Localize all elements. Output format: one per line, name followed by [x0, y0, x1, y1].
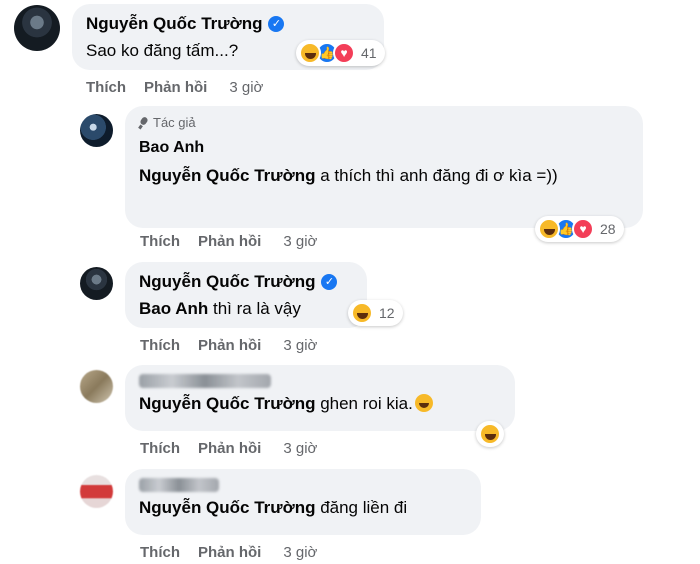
avatar[interactable]: [80, 370, 113, 403]
like-button[interactable]: Thích: [140, 233, 180, 250]
reaction-count: 12: [379, 305, 395, 321]
author-name[interactable]: Nguyễn Quốc Trường: [139, 271, 315, 293]
comment-body: ghen roi kia.: [315, 394, 413, 413]
love-reaction-icon: ♥: [333, 42, 355, 64]
verified-badge-icon: ✓: [321, 274, 338, 290]
author-tag: Tác giả: [139, 115, 627, 131]
like-button[interactable]: Thích: [86, 79, 126, 96]
reaction-summary[interactable]: 👍 ♥ 28: [535, 216, 624, 242]
comment-body: đăng liền đi: [315, 498, 408, 517]
mention-link[interactable]: Nguyễn Quốc Trường: [139, 166, 315, 185]
comment-body: thì ra là vậy: [208, 299, 301, 318]
mention-link[interactable]: Nguyễn Quốc Trường: [139, 498, 315, 517]
reply-button[interactable]: Phản hồi: [144, 79, 207, 96]
reply-bubble: Tác giả Bao Anh Nguyễn Quốc Trường a thí…: [125, 106, 643, 228]
reply-button[interactable]: Phản hồi: [198, 544, 261, 561]
avatar[interactable]: [14, 5, 60, 51]
author-tag-label: Tác giả: [153, 115, 196, 130]
comment-text: Nguyễn Quốc Trường ghen roi kia.: [139, 391, 499, 417]
reply-bubble: Nguyễn Quốc Trường ghen roi kia.: [125, 365, 515, 431]
comment-actions: Thích Phản hồi 3 giờ: [140, 440, 317, 457]
redacted-author-name[interactable]: [139, 478, 219, 492]
timestamp[interactable]: 3 giờ: [229, 79, 263, 96]
avatar[interactable]: [80, 267, 113, 300]
reply-bubble: Nguyễn Quốc Trường đăng liền đi: [125, 469, 481, 535]
reply-bubble: Nguyễn Quốc Trường ✓ Bao Anh thì ra là v…: [125, 262, 367, 328]
comment-actions: Thích Phản hồi 3 giờ: [86, 79, 263, 96]
reply-button[interactable]: Phản hồi: [198, 233, 261, 250]
reaction-summary[interactable]: 👍 ♥ 41: [296, 40, 385, 66]
avatar[interactable]: [80, 114, 113, 147]
redacted-author-name[interactable]: [139, 374, 271, 388]
reaction-count: 41: [361, 45, 377, 61]
reaction-summary[interactable]: [476, 421, 504, 447]
comment-text: Bao Anh thì ra là vậy: [139, 296, 351, 322]
haha-reaction-icon: [538, 218, 560, 240]
love-reaction-icon: ♥: [572, 218, 594, 240]
reaction-summary[interactable]: 12: [348, 300, 403, 326]
like-button[interactable]: Thích: [140, 337, 180, 354]
verified-badge-icon: ✓: [268, 16, 285, 32]
like-button[interactable]: Thích: [140, 544, 180, 561]
timestamp[interactable]: 3 giờ: [283, 544, 317, 561]
timestamp[interactable]: 3 giờ: [283, 337, 317, 354]
like-button[interactable]: Thích: [140, 440, 180, 457]
author-name[interactable]: Nguyễn Quốc Trường: [86, 13, 262, 35]
mention-link[interactable]: Bao Anh: [139, 299, 208, 318]
reaction-count: 28: [600, 221, 616, 237]
timestamp[interactable]: 3 giờ: [283, 440, 317, 457]
comment-thread: Nguyễn Quốc Trường ✓ Sao ko đăng tấm...?…: [0, 0, 700, 564]
comment-actions: Thích Phản hồi 3 giờ: [140, 233, 317, 250]
reply-button[interactable]: Phản hồi: [198, 337, 261, 354]
haha-reaction-icon: [299, 42, 321, 64]
author-name[interactable]: Bao Anh: [139, 137, 204, 159]
comment-text: Nguyễn Quốc Trường a thích thì anh đăng …: [139, 163, 627, 189]
microphone-icon: [139, 117, 149, 129]
comment-actions: Thích Phản hồi 3 giờ: [140, 544, 317, 561]
haha-reaction-icon: [479, 423, 501, 445]
comment-body: a thích thì anh đăng đi ơ kìa =)): [315, 166, 558, 185]
comment-actions: Thích Phản hồi 3 giờ: [140, 337, 317, 354]
haha-reaction-icon: [351, 302, 373, 324]
reply-button[interactable]: Phản hồi: [198, 440, 261, 457]
comment-text: Nguyễn Quốc Trường đăng liền đi: [139, 495, 465, 521]
mention-link[interactable]: Nguyễn Quốc Trường: [139, 394, 315, 413]
avatar[interactable]: [80, 475, 113, 508]
laughing-crying-emoji-icon: [414, 394, 433, 412]
timestamp[interactable]: 3 giờ: [283, 233, 317, 250]
